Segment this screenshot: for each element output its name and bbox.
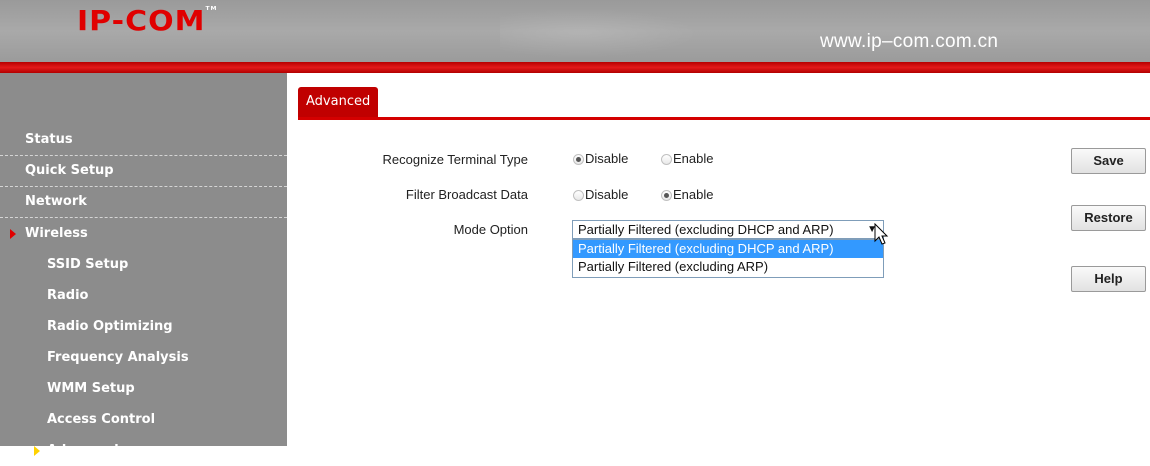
restore-button[interactable]: Restore: [1071, 205, 1146, 231]
header-red-bar: [0, 62, 1150, 73]
site-url: www.ip–com.com.cn: [820, 31, 999, 52]
sidebar-item-label: Access Control: [47, 412, 156, 427]
sidebar-item-ssid-setup[interactable]: SSID Setup: [0, 249, 287, 280]
sidebar-item-network[interactable]: Network: [0, 187, 287, 218]
sidebar-item-radio[interactable]: Radio: [0, 280, 287, 311]
header-banner: IP-COMTM www.ip–com.com.cn: [0, 0, 1150, 62]
save-button[interactable]: Save: [1071, 148, 1146, 174]
ip-com-logo: IP-COMTM: [77, 5, 218, 38]
sidebar-item-wmm-setup[interactable]: WMM Setup: [0, 373, 287, 404]
mouse-cursor-icon: [874, 223, 889, 245]
mode-option-item[interactable]: Partially Filtered (excluding ARP): [573, 258, 883, 276]
sidebar-item-label: Network: [25, 194, 87, 209]
sidebar-item-label: Wireless: [25, 226, 88, 241]
mode-option-item[interactable]: Partially Filtered (excluding DHCP and A…: [573, 240, 883, 258]
sidebar-item-access-control[interactable]: Access Control: [0, 404, 287, 435]
mode-option-label: Mode Option: [453, 222, 528, 237]
sidebar-item-label: Quick Setup: [25, 163, 114, 178]
select-value: Partially Filtered (excluding DHCP and A…: [578, 222, 834, 237]
mode-option-select[interactable]: Partially Filtered (excluding DHCP and A…: [572, 220, 884, 239]
sidebar-item-frequency-analysis[interactable]: Frequency Analysis: [0, 342, 287, 373]
mode-option-dropdown: Partially Filtered (excluding DHCP and A…: [572, 239, 884, 278]
filter-broadcast-data-label: Filter Broadcast Data: [405, 187, 528, 202]
recognize-terminal-type-label: Recognize Terminal Type: [382, 152, 529, 167]
radio-checked-icon: [573, 154, 584, 165]
sidebar-item-label: WMM Setup: [47, 381, 135, 396]
radio-unchecked-icon: [573, 190, 584, 201]
recognize-enable-radio[interactable]: Enable: [661, 151, 713, 166]
tab-bar: Advanced: [298, 87, 1150, 120]
sidebar-item-label: Advanced: [47, 443, 119, 458]
radio-label: Enable: [673, 151, 714, 166]
radio-label: Enable: [673, 187, 714, 202]
radio-label: Disable: [585, 187, 629, 202]
sidebar-item-label: Radio Optimizing: [47, 319, 173, 334]
expanded-arrow-icon: [10, 229, 16, 239]
sidebar: Status Quick Setup Network Wireless SSID…: [0, 73, 287, 458]
radio-checked-icon: [661, 190, 672, 201]
sidebar-item-status[interactable]: Status: [0, 125, 287, 156]
sidebar-item-label: Radio: [47, 288, 89, 303]
sidebar-nav: Status Quick Setup Network Wireless SSID…: [0, 125, 287, 466]
recognize-disable-radio[interactable]: Disable: [573, 151, 628, 166]
radio-unchecked-icon: [661, 154, 672, 165]
sidebar-item-label: SSID Setup: [47, 257, 129, 272]
sidebar-item-radio-optimizing[interactable]: Radio Optimizing: [0, 311, 287, 342]
filter-enable-radio[interactable]: Enable: [661, 187, 713, 202]
sidebar-item-quick-setup[interactable]: Quick Setup: [0, 156, 287, 187]
radio-label: Disable: [585, 151, 629, 166]
help-button[interactable]: Help: [1071, 266, 1146, 292]
tab-advanced[interactable]: Advanced: [298, 87, 379, 117]
sidebar-item-label: Frequency Analysis: [47, 350, 189, 365]
world-map-graphic: [500, 8, 700, 58]
sidebar-item-wireless[interactable]: Wireless: [0, 218, 287, 249]
sidebar-item-advanced[interactable]: Advanced: [0, 435, 287, 466]
filter-disable-radio[interactable]: Disable: [573, 187, 628, 202]
active-arrow-icon: [34, 446, 40, 456]
sidebar-item-label: Status: [25, 132, 73, 147]
